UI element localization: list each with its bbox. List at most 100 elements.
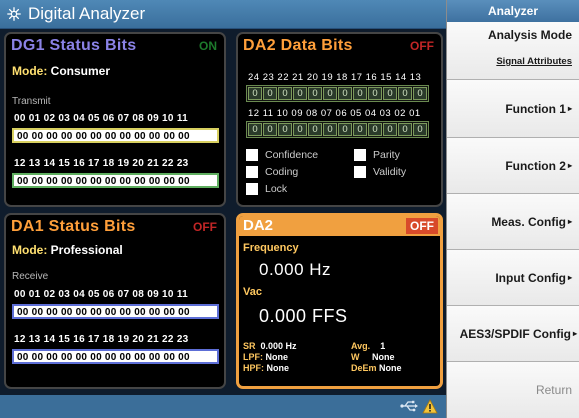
vac-label: Vac [243, 286, 262, 298]
function-1-softkey[interactable]: Function 1 ▸ [447, 80, 579, 138]
bit-cell: 0 [338, 87, 352, 100]
parity-checkbox: Parity [354, 149, 400, 161]
bit-cell: 0 [353, 123, 367, 136]
bit-cell: 0 [293, 123, 307, 136]
softkey-label: Input Config [495, 270, 566, 285]
checkbox-box [246, 166, 258, 178]
da1-status-bits-panel[interactable]: DA1 Status Bits OFF Mode: Professional R… [4, 213, 226, 389]
sample-rate-readout: SR 0.000 Hz [243, 341, 297, 351]
bit-cell: 0 [308, 87, 322, 100]
meas-config-softkey[interactable]: Meas. Config ▸ [447, 194, 579, 250]
checkbox-label: Validity [373, 166, 407, 178]
bit-cell: 0 [368, 87, 382, 100]
panel-title: DG1 Status Bits [11, 37, 137, 54]
direction-label: Transmit [12, 96, 51, 107]
bit-index-row: 24 23 22 21 20 19 18 17 16 15 14 13 [248, 72, 422, 83]
bit-index-row: 12 11 10 09 08 07 06 05 04 03 02 01 [248, 108, 421, 119]
panel-title: DA2 Data Bits [243, 37, 353, 54]
bit-cell: 0 [308, 123, 322, 136]
byte-index-row: 00 01 02 03 04 05 06 07 08 09 10 11 [14, 289, 188, 300]
bit-cell: 0 [413, 123, 427, 136]
softkey-label: Meas. Config [491, 214, 566, 229]
usb-icon [400, 399, 418, 418]
softkey-label: Function 2 [505, 158, 566, 173]
softkey-menu-title: Analyzer [447, 0, 579, 22]
return-softkey[interactable]: Return [447, 362, 579, 418]
da2-data-bits-panel[interactable]: DA2 Data Bits OFF 24 23 22 21 20 19 18 1… [236, 32, 443, 207]
averaging-readout: Avg. 1 [351, 341, 386, 351]
mode-row: Mode: Consumer [12, 64, 110, 78]
warning-icon [422, 399, 438, 418]
checkbox-box [246, 149, 258, 161]
panel-title: DA2 [243, 217, 274, 234]
aes3-spdif-config-softkey[interactable]: AES3/SPDIF Config ▸ [447, 306, 579, 362]
softkey-label: Function 1 [505, 101, 566, 116]
status-bar [0, 395, 446, 418]
byte-values-field[interactable]: 00 00 00 00 00 00 00 00 00 00 00 00 [12, 173, 219, 188]
byte-values-field[interactable]: 00 00 00 00 00 00 00 00 00 00 00 00 [12, 349, 219, 364]
lock-checkbox: Lock [246, 183, 287, 195]
panel-title: DA1 Status Bits [11, 218, 136, 235]
bit-cell: 0 [413, 87, 427, 100]
softkey-label: AES3/SPDIF Config [459, 326, 571, 341]
byte-index-row: 00 01 02 03 04 05 06 07 08 09 10 11 [14, 113, 188, 124]
window-title: Digital Analyzer [28, 4, 146, 23]
analysis-mode-value: Signal Attributes [496, 56, 572, 67]
dg1-status-bits-panel[interactable]: DG1 Status Bits ON Mode: Consumer Transm… [4, 32, 226, 207]
deemphasis-readout: DeEm None [351, 363, 402, 373]
confidence-checkbox: Confidence [246, 149, 318, 161]
bit-cell: 0 [263, 123, 277, 136]
mode-label: Mode: [12, 64, 48, 78]
byte-index-row: 12 13 14 15 16 17 18 19 20 21 22 23 [14, 158, 189, 169]
bit-cell: 0 [383, 87, 397, 100]
analysis-mode-softkey[interactable]: Analysis Mode Signal Attributes [447, 22, 579, 80]
softkey-label: Return [535, 383, 572, 397]
function-2-softkey[interactable]: Function 2 ▸ [447, 138, 579, 194]
bit-cell: 0 [248, 123, 262, 136]
status-badge: OFF [193, 220, 217, 234]
bit-cell: 0 [383, 123, 397, 136]
submenu-arrow-icon: ▸ [567, 217, 572, 226]
submenu-arrow-icon: ▸ [567, 273, 572, 282]
byte-values-field[interactable]: 00 00 00 00 00 00 00 00 00 00 00 00 [12, 128, 219, 143]
softkey-panel: Analyzer Analysis Mode Signal Attributes… [446, 0, 579, 418]
title-bar: Digital Analyzer [0, 0, 446, 29]
main-area: DG1 Status Bits ON Mode: Consumer Transm… [0, 29, 446, 395]
bit-cell: 0 [263, 87, 277, 100]
lpf-readout: LPF: None [243, 352, 289, 362]
bit-cell: 0 [398, 123, 412, 136]
coding-checkbox: Coding [246, 166, 298, 178]
bit-cell: 0 [398, 87, 412, 100]
bit-cell: 0 [338, 123, 352, 136]
bit-cell: 0 [248, 87, 262, 100]
da2-measurement-panel[interactable]: DA2 OFF Frequency 0.000 Hz Vac 0.000 FFS… [236, 213, 443, 389]
bit-cell: 0 [278, 87, 292, 100]
checkbox-label: Confidence [265, 149, 319, 161]
mode-value: Professional [50, 243, 123, 257]
submenu-arrow-icon: ▸ [567, 161, 572, 170]
byte-values-field[interactable]: 00 00 00 00 00 00 00 00 00 00 00 00 [12, 304, 219, 319]
mode-value: Consumer [50, 64, 111, 78]
bit-row-low: 000000000000 [246, 121, 429, 138]
checkbox-label: Parity [373, 149, 400, 161]
bit-cell: 0 [323, 87, 337, 100]
frequency-label: Frequency [243, 242, 299, 254]
bit-cell: 0 [353, 87, 367, 100]
input-config-softkey[interactable]: Input Config ▸ [447, 250, 579, 306]
checkbox-label: Lock [265, 183, 288, 195]
frequency-value: 0.000 Hz [259, 260, 332, 279]
checkbox-box [354, 166, 366, 178]
status-badge: ON [199, 39, 217, 53]
bit-cell: 0 [278, 123, 292, 136]
weighting-readout: W None [351, 352, 395, 362]
panel-header: DA2 OFF [239, 216, 440, 236]
checkbox-box [246, 183, 258, 195]
checkbox-label: Coding [265, 166, 299, 178]
mode-label: Mode: [12, 243, 48, 257]
vac-value: 0.000 FFS [259, 306, 348, 326]
byte-index-row: 12 13 14 15 16 17 18 19 20 21 22 23 [14, 334, 189, 345]
direction-label: Receive [12, 271, 49, 282]
mode-row: Mode: Professional [12, 243, 123, 257]
softkey-label: Analysis Mode [487, 28, 572, 42]
submenu-arrow-icon: ▸ [572, 329, 577, 338]
